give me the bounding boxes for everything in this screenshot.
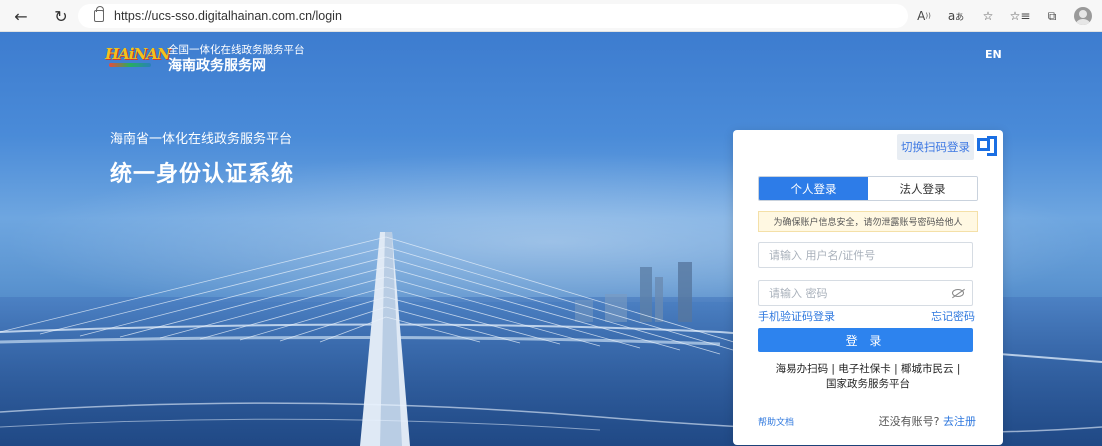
register-link[interactable]: 去注册 <box>943 415 976 428</box>
browser-actions: A)) aあ ☆ ☆≡ ⧉ <box>914 6 1092 26</box>
alt-methods-line-2[interactable]: 国家政务服务平台 <box>758 377 978 392</box>
qr-switch-label[interactable]: 切换扫码登录 <box>897 134 974 160</box>
auxiliary-links: 手机验证码登录 忘记密码 <box>758 308 975 324</box>
favorites-list-icon[interactable]: ☆≡ <box>1010 6 1031 26</box>
qr-login-switch[interactable]: 切换扫码登录 <box>897 134 997 160</box>
register-prompt: 还没有账号? 去注册 <box>879 413 976 429</box>
language-switch[interactable]: EN <box>985 48 1002 61</box>
sms-login-link[interactable]: 手机验证码登录 <box>758 308 835 324</box>
logo-text: HAiNAN <box>105 45 171 63</box>
logo-decoration <box>109 63 151 67</box>
alternative-login-methods: 海易办扫码 | 电子社保卡 | 椰城市民云 | 国家政务服务平台 <box>758 362 978 392</box>
security-notice: 为确保账户信息安全，请勿泄露账号密码给他人 <box>758 211 978 232</box>
translate-icon[interactable]: aあ <box>946 6 966 26</box>
profile-avatar-icon[interactable] <box>1074 7 1092 25</box>
browser-toolbar: ← ↻ https://ucs-sso.digitalhainan.com.cn… <box>0 0 1102 32</box>
read-aloud-icon[interactable]: A)) <box>914 6 934 26</box>
address-url[interactable]: https://ucs-sso.digitalhainan.com.cn/log… <box>114 9 342 23</box>
lock-icon[interactable] <box>94 6 104 22</box>
password-field[interactable] <box>758 280 973 306</box>
collections-icon[interactable]: ⧉ <box>1042 6 1062 26</box>
username-input[interactable] <box>769 248 939 262</box>
qr-code-icon[interactable] <box>977 136 997 158</box>
hainan-logo[interactable]: HAiNAN <box>105 44 171 70</box>
tab-personal-login[interactable]: 个人登录 <box>759 177 868 200</box>
register-prompt-text: 还没有账号? <box>878 415 940 428</box>
login-type-tabs: 个人登录 法人登录 <box>758 176 978 201</box>
alt-methods-line-1[interactable]: 海易办扫码 | 电子社保卡 | 椰城市民云 | <box>758 362 978 377</box>
reload-icon[interactable]: ↻ <box>50 5 72 27</box>
tab-legal-person-login[interactable]: 法人登录 <box>868 177 977 200</box>
password-input[interactable] <box>769 286 939 300</box>
eye-slash-icon[interactable] <box>952 289 964 297</box>
panel-footer: 帮助文档 还没有账号? 去注册 <box>758 413 976 429</box>
hero-title: 统一身份认证系统 <box>110 162 295 187</box>
favorite-star-icon[interactable]: ☆ <box>978 6 998 26</box>
login-panel: 切换扫码登录 个人登录 法人登录 为确保账户信息安全，请勿泄露账号密码给他人 手… <box>733 130 1003 445</box>
login-page: HAiNAN 全国一体化在线政务服务平台 海南政务服务网 EN 海南省一体化在线… <box>0 32 1102 446</box>
back-arrow-icon[interactable]: ← <box>10 5 32 27</box>
username-field[interactable] <box>758 242 973 268</box>
site-title: 海南政务服务网 <box>168 58 266 74</box>
login-button[interactable]: 登 录 <box>758 328 973 352</box>
hero-subtitle: 海南省一体化在线政务服务平台 <box>110 132 293 147</box>
help-doc-link[interactable]: 帮助文档 <box>758 415 794 428</box>
address-bar[interactable]: https://ucs-sso.digitalhainan.com.cn/log… <box>78 4 908 28</box>
forgot-password-link[interactable]: 忘记密码 <box>931 308 975 324</box>
